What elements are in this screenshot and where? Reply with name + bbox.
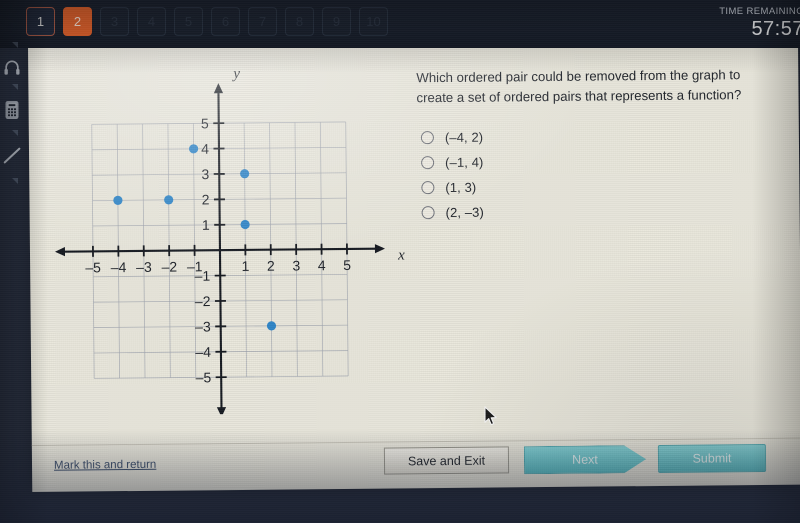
calculator-icon[interactable] xyxy=(2,100,22,120)
data-point xyxy=(188,144,199,154)
question-button-9[interactable]: 9 xyxy=(322,7,351,36)
x-tick-label: –5 xyxy=(85,259,101,275)
save-and-exit-button[interactable]: Save and Exit xyxy=(383,446,510,475)
question-panel: Which ordered pair could be removed from… xyxy=(416,65,787,226)
question-button-2[interactable]: 2 xyxy=(63,7,92,36)
x-tick-label: 2 xyxy=(267,258,275,274)
radio-button-3[interactable] xyxy=(421,181,435,195)
time-remaining-value: 57:57 xyxy=(751,18,800,40)
y-tick-label: –5 xyxy=(196,369,212,385)
answer-option-1[interactable]: (–4, 2) xyxy=(420,122,787,151)
answer-option-label: (–4, 2) xyxy=(444,129,484,146)
y-tick-label: 5 xyxy=(201,115,209,131)
x-tick-label: 5 xyxy=(343,257,351,273)
y-tick-label: –2 xyxy=(195,293,211,309)
x-axis-label: x xyxy=(397,247,405,263)
data-point xyxy=(240,219,250,230)
x-tick-label: –4 xyxy=(111,259,127,275)
bottom-action-bar: Mark this and return Save and Exit Next … xyxy=(31,437,800,492)
question-page: –5 –4 –3 –2 –1 1 2 3 4 5 –5 –4 –3 –2 –1 1 2 3 4 5 x y Which… xyxy=(28,38,800,492)
y-tick-label: –4 xyxy=(195,344,211,360)
rail-corner-arrow-3 xyxy=(12,130,18,136)
coordinate-graph: –5 –4 –3 –2 –1 1 2 3 4 5 –5 –4 –3 –2 –1 1 2 3 4 5 x y xyxy=(46,52,419,416)
mark-this-and-return-link[interactable]: Mark this and return xyxy=(54,459,156,472)
data-point xyxy=(266,321,277,331)
data-point xyxy=(240,169,250,179)
y-tick-label: –1 xyxy=(195,268,211,284)
screen-photograph: 1 2 3 4 5 6 7 8 9 10 TIME REMAINING 57:57 xyxy=(0,0,800,523)
question-number-nav: 1 2 3 4 5 6 7 8 9 10 xyxy=(26,7,388,36)
radio-button-2[interactable] xyxy=(421,156,435,170)
left-tool-rail xyxy=(0,40,26,240)
line-tool-icon[interactable] xyxy=(2,145,22,165)
submit-button[interactable]: Submit xyxy=(657,443,767,473)
answer-options-list: (–4, 2) (–1, 4) (1, 3) (2, –3) xyxy=(417,122,788,226)
question-prompt: Which ordered pair could be removed from… xyxy=(416,67,742,105)
question-button-3[interactable]: 3 xyxy=(100,7,129,36)
time-remaining-display: TIME REMAINING 57:57 xyxy=(684,6,800,41)
rail-corner-arrow-2 xyxy=(12,84,18,90)
question-button-5[interactable]: 5 xyxy=(174,7,203,36)
question-button-6[interactable]: 6 xyxy=(211,7,240,36)
question-button-8[interactable]: 8 xyxy=(285,7,314,36)
coordinate-plane-svg: –5 –4 –3 –2 –1 1 2 3 4 5–5–4–3–2–112345 x y xyxy=(54,66,405,416)
y-tick-label: 1 xyxy=(202,217,210,233)
question-button-1[interactable]: 1 xyxy=(26,7,55,36)
answer-option-label: (–1, 4) xyxy=(445,154,484,171)
y-tick-label: 3 xyxy=(201,166,209,182)
answer-option-3[interactable]: (1, 3) xyxy=(421,172,787,201)
data-point xyxy=(164,195,174,205)
answer-option-label: (2, –3) xyxy=(445,204,484,220)
radio-button-4[interactable] xyxy=(421,206,435,220)
next-button[interactable]: Next xyxy=(524,445,646,474)
answer-option-2[interactable]: (–1, 4) xyxy=(421,147,787,176)
x-tick-label: –3 xyxy=(136,259,152,275)
x-tick-label: –2 xyxy=(161,259,177,275)
question-button-10[interactable]: 10 xyxy=(359,7,388,36)
headphones-icon[interactable] xyxy=(2,58,22,78)
time-remaining-label: TIME REMAINING xyxy=(719,6,800,17)
axis-lines xyxy=(54,83,385,416)
answer-option-4[interactable]: (2, –3) xyxy=(421,197,787,226)
y-axis-label: y xyxy=(231,66,240,82)
y-tick-label: 4 xyxy=(201,141,209,157)
y-tick-label: –3 xyxy=(195,318,211,334)
x-tick-label: 3 xyxy=(292,257,300,273)
question-button-4[interactable]: 4 xyxy=(137,7,166,36)
rail-corner-arrow-1 xyxy=(12,42,18,48)
x-tick-label: 4 xyxy=(318,257,326,273)
question-button-7[interactable]: 7 xyxy=(248,7,277,36)
y-tick-label: 2 xyxy=(202,191,210,207)
data-point xyxy=(113,195,123,205)
top-navigation-bar: 1 2 3 4 5 6 7 8 9 10 TIME REMAINING 57:57 xyxy=(0,0,800,48)
mouse-cursor xyxy=(484,406,498,432)
x-tick-label: 1 xyxy=(242,258,250,274)
rail-corner-arrow-4 xyxy=(12,178,18,184)
answer-option-label: (1, 3) xyxy=(445,179,477,195)
radio-button-1[interactable] xyxy=(420,131,434,145)
